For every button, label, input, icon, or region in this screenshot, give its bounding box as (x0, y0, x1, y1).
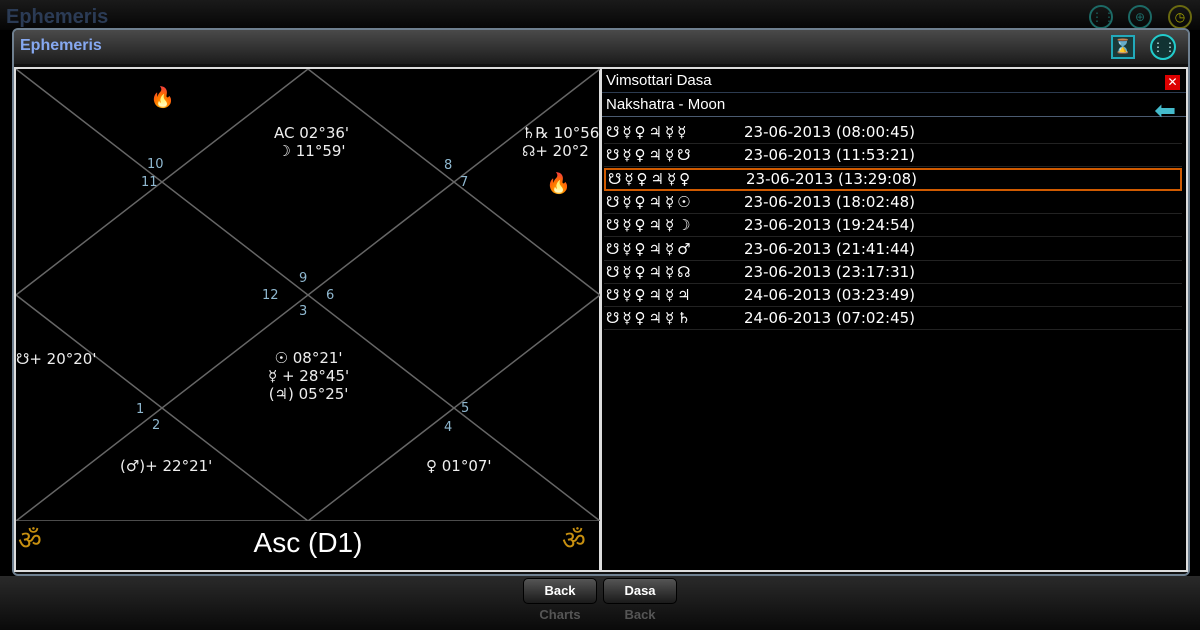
house-number: 10 (147, 157, 164, 172)
house-number: 3 (299, 304, 308, 319)
dasa-date: 23-06-2013 (23:17:31) (744, 262, 916, 281)
fire-icon: 🔥 (546, 171, 571, 195)
window-header: Ephemeris ⌛ ⋮⋮ (14, 30, 1188, 64)
sun-degree: ☉ 08°21' (274, 349, 343, 367)
dasa-panel: Vimsottari Dasa ✕ Nakshatra - Moon ⬅ ☋☿♀… (601, 67, 1188, 572)
dasa-symbols: ☋☿♀♃☿♂ (606, 239, 694, 258)
menu-icon[interactable]: ⋮⋮ (1089, 5, 1115, 29)
house-number: 7 (460, 175, 469, 190)
dasa-symbols: ☋☿♀♃☿♀ (608, 169, 694, 188)
dasa-date: 23-06-2013 (08:00:45) (744, 123, 916, 141)
dasa-date: 23-06-2013 (21:41:44) (744, 239, 916, 258)
dasa-subtitle: Nakshatra - Moon (602, 93, 1186, 117)
dasa-row[interactable]: ☋☿♀♃☿☽ 23-06-2013 (19:24:54) (604, 214, 1182, 238)
dasa-row[interactable]: ☋☿♀♃☿☉ 23-06-2013 (18:02:48) (604, 191, 1182, 214)
house-number: 2 (152, 418, 161, 433)
dasa-back-sublabel: Back (624, 607, 656, 622)
dasa-row[interactable]: ☋☿♀♃☿♄ 24-06-2013 (07:02:45) (604, 307, 1182, 331)
house-7-planets: ♄℞ 10°56' ☊+ 20°2 (522, 124, 603, 160)
house-number: 1 (136, 402, 145, 417)
dasa-date: 24-06-2013 (03:23:49) (744, 286, 916, 305)
dasa-title: Vimsottari Dasa (602, 69, 1186, 93)
app-title: Ephemeris (6, 6, 109, 28)
app-topbar: Ephemeris ⋮⋮ ⊕ ◷ (0, 0, 1200, 30)
menu-grid-icon[interactable]: ⋮⋮ (1150, 34, 1176, 60)
chart-title: Asc (D1) (253, 527, 363, 558)
dasa-symbols: ☋☿♀♃☿☋ (606, 146, 694, 165)
dasa-symbols: ☋☿♀♃☿☊ (606, 262, 694, 281)
jupiter-degree: (♃) 05°25' (268, 385, 349, 403)
house-number: 5 (461, 401, 470, 416)
saturn-degree: ♄℞ 10°56' (522, 124, 604, 142)
moon-degree: ☽ 11°59' (277, 142, 346, 160)
chart-switch-icon[interactable]: ⌛ (1111, 35, 1135, 59)
dasa-row[interactable]: ☋☿♀♃☿♂ 23-06-2013 (21:41:44) (604, 238, 1182, 261)
birth-chart-panel: 🔥 🔥 AC 02°36' ☽ 11°59' ♄℞ 10°56' ☊+ 20°2… (14, 67, 603, 572)
house-number: 8 (444, 158, 453, 173)
window-title: Ephemeris (20, 37, 102, 54)
dasa-symbols: ☋☿♀♃☿☽ (606, 216, 694, 235)
dasa-date: 23-06-2013 (19:24:54) (744, 216, 916, 235)
dasa-title-text: Vimsottari Dasa (606, 72, 712, 89)
house-number: 11 (141, 175, 158, 190)
dasa-date: 23-06-2013 (18:02:48) (744, 192, 916, 211)
compass-icon[interactable]: ⊕ (1128, 5, 1152, 29)
close-button[interactable]: ✕ (1165, 75, 1180, 90)
house-1-planets: AC 02°36' ☽ 11°59' (274, 124, 349, 160)
dasa-symbols: ☋☿♀♃☿☿ (606, 123, 690, 141)
dasa-row[interactable]: ☋☿♀♃☿☊ 23-06-2013 (23:17:31) (604, 261, 1182, 284)
ascendant-degree: AC 02°36' (274, 124, 350, 142)
dasa-row[interactable]: ☋☿♀♃☿♀ 23-06-2013 (13:29:08) (604, 167, 1182, 191)
dasa-row[interactable]: ☋☿♀♃☿☋ 23-06-2013 (11:53:21) (604, 144, 1182, 168)
dasa-back-button[interactable]: Dasa (603, 578, 677, 604)
back-charts-button[interactable]: Back (523, 578, 597, 604)
dasa-date: 23-06-2013 (11:53:21) (744, 146, 916, 165)
fire-icon: 🔥 (150, 85, 175, 109)
ketu-degree: ☋+ 20°20' (16, 350, 97, 368)
dasa-date: 23-06-2013 (13:29:08) (746, 169, 918, 188)
dasa-symbols: ☋☿♀♃☿♄ (606, 309, 694, 328)
clock-icon[interactable]: ◷ (1168, 5, 1192, 29)
mercury-degree: ☿ + 28°45' (268, 367, 350, 385)
bottom-bar: Back Dasa Charts Back (0, 576, 1200, 630)
dasa-date: 24-06-2013 (07:02:45) (744, 309, 916, 328)
mars-degree: (♂)+ 22°21' (120, 457, 213, 475)
venus-degree: ♀ 01°07' (426, 457, 492, 475)
dasa-row[interactable]: ☋☿♀♃☿♃ 24-06-2013 (03:23:49) (604, 284, 1182, 308)
back-charts-sublabel: Charts (539, 607, 581, 622)
house-center-planets: ☉ 08°21' ☿ + 28°45' (♃) 05°25' (268, 349, 349, 403)
house-number: 4 (444, 420, 453, 435)
house-number: 12 (262, 288, 279, 303)
dasa-row[interactable]: ☋☿♀♃☿☿ 23-06-2013 (08:00:45) (604, 121, 1182, 144)
house-number: 6 (326, 288, 335, 303)
dasa-symbols: ☋☿♀♃☿♃ (606, 286, 694, 305)
house-number: 9 (299, 271, 308, 286)
dasa-subtitle-text: Nakshatra - Moon (606, 96, 726, 113)
rahu-degree: ☊+ 20°2 (522, 142, 589, 160)
dasa-symbols: ☋☿♀♃☿☉ (606, 192, 694, 211)
